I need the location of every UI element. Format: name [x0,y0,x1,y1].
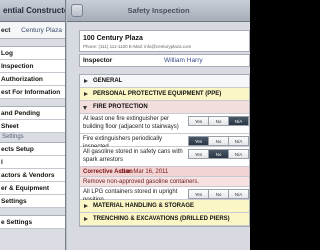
detail-navbar: Safety Inspection [67,0,250,22]
category-label: TRENCHING & EXCAVATIONS (DRILLED PIERS) [93,216,230,222]
corrective-action-row[interactable]: Corrective Action due: Mar 16, 2011 [80,167,249,177]
yes-button[interactable]: Yes [188,149,209,159]
menu-item-pending[interactable]: and Pending [0,107,65,120]
menu-group-more: e Settings [0,215,65,229]
inspector-value: William Harry [164,57,203,64]
category-material-handling[interactable]: MATERIAL HANDLING & STORAGE [80,200,249,213]
project-selector[interactable]: ect Century Plaza [0,22,65,39]
menu-item-projects-setup[interactable]: ects Setup [0,143,65,156]
inspection-checklist: GENERAL PERSONAL PROTECTIVE EQUIPMENT (P… [79,74,250,227]
site-contact: Phone: (111) 111-1100 E-Mail: info@centu… [83,44,192,49]
master-pane: ential Constructors ect Century Plaza Lo… [0,0,66,250]
menu-item-inspection[interactable]: Inspection [0,60,65,73]
menu-group-main: Log Inspection Authorization est For Inf… [0,46,65,99]
na-button[interactable]: N/A [228,116,249,126]
answer-segment: Yes No N/A [188,189,249,199]
na-button[interactable]: N/A [228,136,249,146]
category-ppe[interactable]: PERSONAL PROTECTIVE EQUIPMENT (PPE) [80,88,249,101]
corrective-action-due: due: Mar 16, 2011 [120,169,169,175]
site-card: 100 Century Plaza Phone: (111) 111-1100 … [79,30,250,52]
category-label: MATERIAL HANDLING & STORAGE [93,203,195,209]
menu-item-sheet[interactable]: Sheet [0,120,65,133]
menu-item-authorization[interactable]: Authorization [0,73,65,86]
no-button[interactable]: No [208,116,229,126]
question-row: All LPG containers stored in upright pos… [80,187,249,203]
na-button[interactable]: N/A [228,149,249,159]
project-value: Century Plaza [21,27,62,34]
category-label: GENERAL [93,78,123,84]
project-key: ect [1,27,11,34]
category-fire-protection[interactable]: FIRE PROTECTION [80,101,249,114]
settings-section-label: Settings [2,134,24,140]
yes-button[interactable]: Yes [188,189,209,199]
category-label: PERSONAL PROTECTIVE EQUIPMENT (PPE) [93,91,222,97]
corrective-action-note: Remove non-approved gasoline containers. [80,177,249,187]
yes-button[interactable]: Yes [188,136,209,146]
question-row: All gasoline stored in safety cans with … [80,147,249,167]
answer-segment: Yes No N/A [188,136,249,146]
menu-item-rfi[interactable]: est For Information [0,86,65,99]
question-text: At least one fire extinguisher per build… [83,116,179,130]
menu-item-equipment[interactable]: er & Equipment [0,182,65,195]
answer-segment: Yes No N/A [188,116,249,126]
answer-segment: Yes No N/A [188,149,249,159]
menu-item-settings[interactable]: Settings [0,195,65,208]
detail-title: Safety Inspection [127,6,190,15]
menu-item-contractors-vendors[interactable]: actors & Vendors [0,169,65,182]
app-title: ential Constructors [0,0,65,22]
category-general[interactable]: GENERAL [80,75,249,88]
collapse-triangle-icon [83,106,87,112]
inspector-row[interactable]: Inspector William Harry [79,54,250,67]
expand-triangle-icon [84,79,88,83]
expand-triangle-icon [84,217,88,221]
menu-group-pending: and Pending Sheet [0,106,65,133]
menu-item-log[interactable]: Log [0,47,65,60]
category-label: FIRE PROTECTION [93,104,148,110]
site-name: 100 Century Plaza [83,35,143,42]
question-text: All gasoline stored in safety cans with … [83,149,183,163]
expand-triangle-icon [84,92,88,96]
yes-button[interactable]: Yes [188,116,209,126]
no-button[interactable]: No [208,149,229,159]
no-button[interactable]: No [208,189,229,199]
detail-pane: Safety Inspection 100 Century Plaza Phon… [67,0,250,250]
no-button[interactable]: No [208,136,229,146]
ipad-screen: ential Constructors ect Century Plaza Lo… [0,0,250,250]
na-button[interactable]: N/A [228,189,249,199]
menu-group-settings: ects Setup l actors & Vendors er & Equip… [0,142,65,208]
menu-item-personnel[interactable]: l [0,156,65,169]
inspector-label: Inspector [83,57,113,64]
question-row: At least one fire extinguisher per build… [80,114,249,134]
menu-item-more-settings[interactable]: e Settings [0,216,65,229]
expand-triangle-icon [84,204,88,208]
category-trenching[interactable]: TRENCHING & EXCAVATIONS (DRILLED PIERS) [80,213,249,226]
question-row: Fire extinguishers periodically inspecte… [80,134,249,150]
